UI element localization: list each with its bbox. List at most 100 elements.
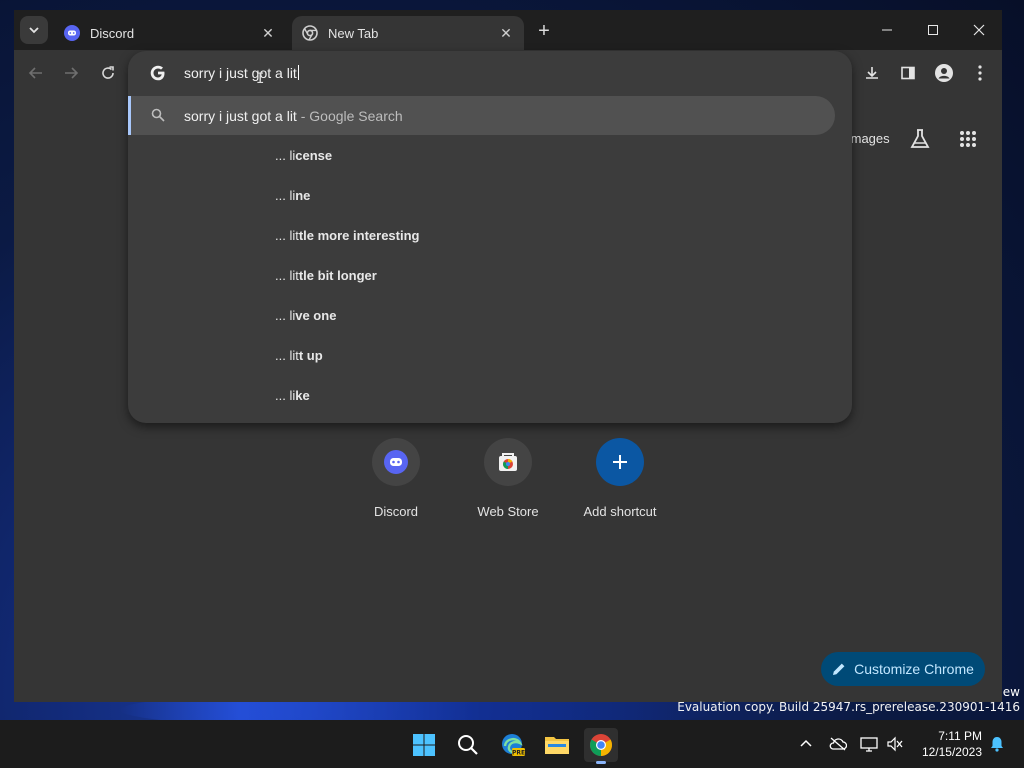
address-input-value: sorry i just got a lit [184,65,297,81]
shortcut-tile [372,438,420,486]
customize-chrome-button[interactable]: Customize Chrome [821,652,985,686]
mouse-cursor-ibeam: I [256,71,265,87]
back-arrow-icon [28,67,42,79]
address-input[interactable]: sorry i just got a lit [184,65,299,81]
wallpaper-edge-text: iew [999,685,1020,699]
suggestion-item[interactable]: ... like [275,388,310,403]
minimize-button[interactable] [864,14,910,46]
suggestion-item[interactable]: ... litt up [275,348,323,363]
active-app-indicator [596,761,606,764]
maximize-icon [928,25,938,35]
suggestion-prefix: ... lit [275,268,299,283]
selected-query-suffix: - Google Search [296,108,403,124]
taskbar-edge-beta[interactable]: PRE [496,728,530,762]
onedrive-tray-icon[interactable] [829,735,847,753]
labs-button[interactable] [908,127,932,151]
profile-button[interactable] [932,61,956,85]
folder-icon [545,737,569,754]
network-tray-icon[interactable] [860,735,878,753]
apps-grid-icon [960,131,976,147]
address-bar[interactable]: sorry i just got a lit I [128,51,852,95]
shortcut-add[interactable]: Add shortcut [564,438,676,519]
back-button[interactable] [24,61,48,85]
suggestion-completion: t up [298,348,323,363]
search-icon [458,735,478,755]
suggestion-prefix: ... li [275,388,296,403]
side-panel-button[interactable] [896,61,920,85]
volume-tray-icon[interactable] [886,735,904,753]
suggestion-item[interactable]: ... live one [275,308,336,323]
omnibox-dropdown: sorry i just got a lit I sorry i just go… [128,51,852,423]
suggestion-completion: ne [295,188,311,203]
shortcut-tile [484,438,532,486]
suggestion-query: sorry i just got a lit - Google Search [184,108,403,124]
images-link[interactable]: Images [847,131,890,146]
web-store-icon [499,453,517,471]
notifications-button[interactable] [988,735,1006,753]
customize-label: Customize Chrome [854,661,974,677]
tab-new-tab[interactable]: New Tab ✕ [292,16,524,50]
suggestion-prefix: ... li [275,308,296,323]
start-button[interactable] [407,728,441,762]
shortcut-label: Discord [373,504,419,519]
suggestion-prefix: ... li [275,148,296,163]
new-tab-button[interactable]: + [532,19,556,43]
selected-query-text: sorry i just got a lit [184,108,297,124]
more-vert-icon [978,65,982,81]
shortcut-web-store[interactable]: Web Store [452,438,564,519]
tab-discord[interactable]: Discord ✕ [54,16,286,50]
plus-icon: + [538,19,550,42]
close-icon[interactable]: ✕ [260,25,276,41]
pencil-icon [833,663,845,675]
windows-logo-icon [413,734,435,756]
taskbar-chrome[interactable] [584,728,618,764]
apps-button[interactable] [956,127,980,151]
close-icon [973,24,985,36]
suggestion-completion: tle bit longer [298,268,377,283]
taskbar-file-explorer[interactable] [540,728,574,762]
text-caret [297,65,299,80]
show-hidden-icons-button[interactable] [797,735,815,753]
forward-button[interactable] [59,61,83,85]
menu-button[interactable] [968,61,992,85]
discord-icon [384,450,408,474]
suggestion-item[interactable]: ... little more interesting [275,228,419,243]
reload-button[interactable] [96,61,120,85]
chevron-down-icon [29,27,39,34]
search-icon [151,108,165,122]
suggestion-completion: tle more interesting [298,228,420,243]
cloud-offline-icon [829,737,847,751]
download-icon [866,67,878,79]
tab-title: New Tab [328,25,379,41]
close-icon[interactable]: ✕ [498,25,514,41]
taskbar-clock[interactable]: 7:11 PM 12/15/2023 [918,728,982,760]
suggestion-item[interactable]: ... little bit longer [275,268,377,283]
downloads-button[interactable] [860,61,884,85]
close-window-button[interactable] [956,14,1002,46]
volume-muted-icon [887,736,903,752]
suggestion-prefix: ... lit [275,228,299,243]
taskbar: PRE 7:11 PM 12/15/2023 [0,720,1024,768]
shortcut-tile [596,438,644,486]
minimize-icon [882,29,892,31]
google-g-icon [150,65,165,81]
shortcut-discord[interactable]: Discord [340,438,452,519]
suggestion-search-selected[interactable]: sorry i just got a lit - Google Search [128,96,835,135]
plus-icon [613,455,627,469]
chrome-icon [302,25,318,41]
shortcut-label: Web Store [477,504,539,519]
profile-icon [935,64,953,82]
forward-arrow-icon [65,67,79,79]
clock-time: 7:11 PM [938,729,982,743]
side-panel-icon [901,66,915,80]
tab-search-button[interactable] [20,16,48,44]
suggestion-completion: cense [295,148,333,163]
reload-icon [102,66,114,79]
shortcut-label: Add shortcut [583,504,657,519]
maximize-button[interactable] [910,14,956,46]
suggestion-completion: ve one [295,308,337,323]
taskbar-search-button[interactable] [451,728,485,762]
suggestion-item[interactable]: ... line [275,188,310,203]
suggestion-item[interactable]: ... license [275,148,332,163]
evaluation-watermark: Evaluation copy. Build 25947.rs_prerelea… [677,700,1020,714]
